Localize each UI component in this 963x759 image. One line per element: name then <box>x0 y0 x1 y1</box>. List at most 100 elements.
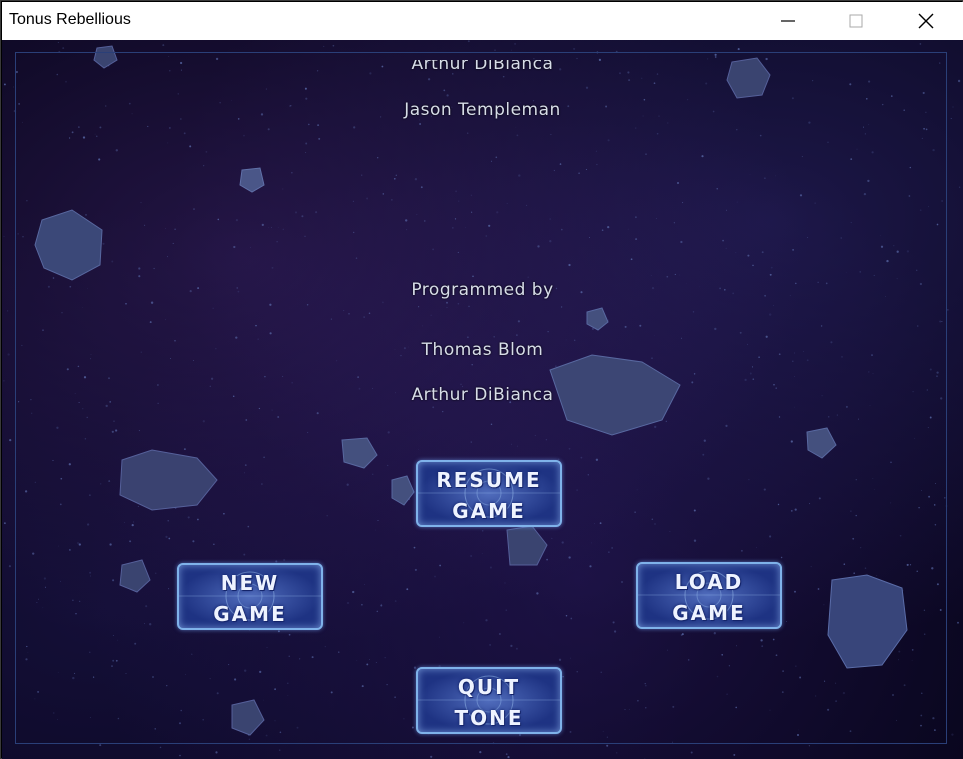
star <box>778 416 781 418</box>
quit-button[interactable]: QUIT TONE <box>416 667 562 734</box>
resume-game-button[interactable]: RESUME GAME <box>416 460 562 527</box>
star <box>602 730 604 732</box>
star <box>149 623 152 626</box>
star <box>565 614 568 617</box>
star <box>167 142 169 144</box>
star <box>873 274 875 276</box>
star <box>505 753 508 756</box>
star <box>780 556 783 559</box>
star <box>934 524 937 526</box>
star <box>536 592 539 595</box>
star <box>600 671 602 673</box>
star <box>485 235 488 237</box>
star <box>862 126 865 128</box>
star <box>180 709 182 712</box>
star <box>903 684 906 687</box>
star <box>83 376 87 379</box>
star <box>925 128 928 131</box>
star <box>693 509 696 512</box>
title-bar[interactable]: Tonus Rebellious <box>2 2 963 41</box>
star <box>737 48 740 51</box>
star <box>562 676 564 678</box>
star <box>705 82 708 85</box>
star <box>169 127 171 129</box>
star <box>391 199 393 201</box>
star <box>612 621 615 624</box>
credit-name: Arthur DiBianca <box>411 385 554 405</box>
button-label: GAME <box>452 499 526 523</box>
star <box>187 516 190 519</box>
star <box>89 651 91 653</box>
star <box>27 651 29 653</box>
star <box>947 309 949 311</box>
game-window: Tonus Rebellious Arthur DiBianca Jason T… <box>0 0 963 759</box>
star <box>599 522 602 525</box>
new-game-button[interactable]: NEW GAME <box>177 563 323 630</box>
star <box>203 165 205 167</box>
star <box>849 730 852 733</box>
star <box>759 134 762 137</box>
star <box>164 228 166 229</box>
star <box>82 306 83 308</box>
star <box>233 245 236 249</box>
star <box>769 709 771 711</box>
star <box>209 678 211 680</box>
star <box>898 650 901 653</box>
star <box>591 542 592 544</box>
star <box>255 324 257 327</box>
star <box>65 80 67 83</box>
star <box>24 490 28 493</box>
star <box>411 726 414 729</box>
star <box>896 250 899 253</box>
star <box>191 653 193 655</box>
star <box>42 329 44 331</box>
star <box>144 623 145 625</box>
star <box>615 50 618 53</box>
star <box>58 50 61 53</box>
star <box>115 659 118 662</box>
star <box>277 416 280 418</box>
star <box>725 209 727 211</box>
star <box>42 607 44 609</box>
star <box>413 666 417 669</box>
star <box>228 664 230 666</box>
star <box>511 49 513 51</box>
close-button[interactable] <box>903 2 949 40</box>
star <box>914 437 916 439</box>
star <box>797 729 799 731</box>
star <box>680 240 683 244</box>
star <box>377 520 379 521</box>
minimize-button[interactable] <box>765 2 811 40</box>
star <box>348 312 350 315</box>
star <box>608 551 610 553</box>
star <box>454 218 457 220</box>
star <box>263 699 264 701</box>
star <box>216 692 219 695</box>
star <box>248 738 251 741</box>
star <box>674 273 676 275</box>
star <box>159 746 162 749</box>
star <box>515 647 518 650</box>
load-game-button[interactable]: LOAD GAME <box>636 562 782 629</box>
star <box>52 459 54 462</box>
star <box>375 529 377 531</box>
star <box>3 236 5 238</box>
star <box>217 218 220 221</box>
star <box>481 553 483 555</box>
star <box>939 320 942 323</box>
star <box>595 458 599 461</box>
star <box>936 371 939 374</box>
star <box>691 381 694 384</box>
button-label: NEW <box>220 571 280 595</box>
star <box>756 547 758 548</box>
star <box>77 365 80 368</box>
maximize-button[interactable] <box>833 2 879 40</box>
star <box>666 275 669 278</box>
star <box>79 600 81 602</box>
star <box>58 545 59 547</box>
star <box>457 302 460 305</box>
star <box>22 121 24 123</box>
star <box>245 419 248 421</box>
star <box>714 53 717 56</box>
star <box>249 630 250 631</box>
